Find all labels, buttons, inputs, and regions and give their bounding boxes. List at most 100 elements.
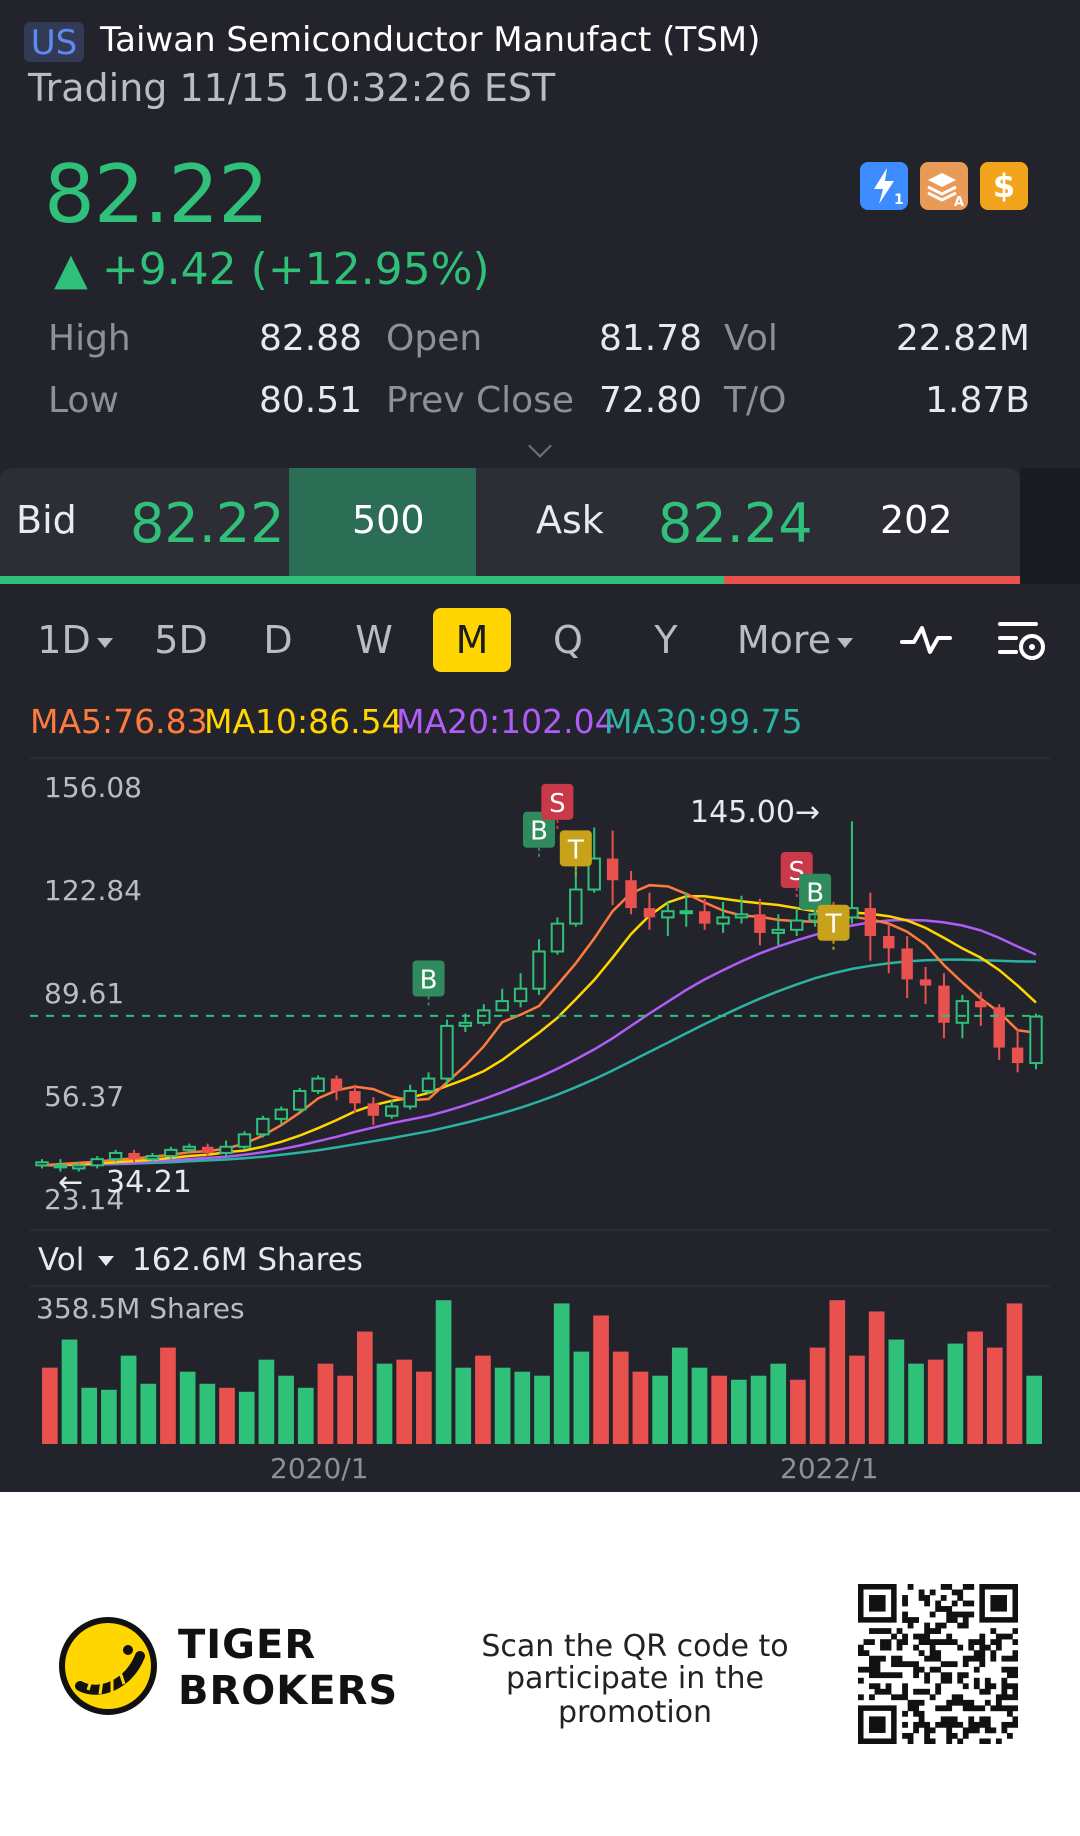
trade-marker-label: B <box>420 965 438 995</box>
tab-m[interactable]: M <box>433 608 511 672</box>
candlestick-chart[interactable]: 156.08122.8489.6156.3723.14 BBSTSBT 145.… <box>0 750 1080 1492</box>
qr-module <box>880 1655 886 1662</box>
qr-module <box>951 1694 958 1701</box>
qr-code[interactable] <box>858 1584 1019 1745</box>
candle-body <box>883 936 895 949</box>
candle-body <box>256 1117 270 1136</box>
qr-module <box>951 1661 958 1668</box>
qr-module <box>918 1650 925 1657</box>
candle-body <box>440 1024 454 1080</box>
volume-bar <box>711 1375 728 1444</box>
volume-bar <box>258 1359 275 1444</box>
order-book-bar[interactable]: Bid 82.22 500 Ask 82.24 202 <box>0 468 1020 584</box>
tab-w[interactable]: W <box>344 608 404 672</box>
qr-module <box>962 1617 969 1623</box>
qr-module <box>935 1655 942 1662</box>
qr-module <box>929 1644 936 1651</box>
qr-module <box>973 1705 980 1712</box>
qr-module <box>869 1628 875 1634</box>
candle-body <box>532 950 546 990</box>
qr-module <box>968 1639 975 1645</box>
qr-module <box>913 1672 919 1679</box>
candle-body <box>182 1145 196 1151</box>
tab-more[interactable]: More <box>730 608 860 672</box>
qr-module <box>918 1699 925 1706</box>
volume-bar <box>455 1367 472 1444</box>
qr-module <box>995 1694 1002 1701</box>
qr-module <box>869 1639 875 1645</box>
expand-chevron-icon[interactable] <box>528 434 552 458</box>
qr-module <box>907 1584 914 1590</box>
volume-bar <box>868 1311 885 1444</box>
tab-y[interactable]: Y <box>636 608 696 672</box>
qr-module <box>869 1672 875 1679</box>
indicator-wave-icon[interactable] <box>898 618 954 662</box>
candle-body <box>643 908 656 918</box>
volume-bar <box>612 1351 629 1444</box>
qr-module <box>874 1628 881 1634</box>
qr-module <box>885 1628 892 1634</box>
qr-module <box>1001 1721 1008 1728</box>
qr-module <box>896 1644 903 1651</box>
tab-1d[interactable]: 1D <box>30 608 120 672</box>
qr-module <box>929 1694 936 1701</box>
qr-module <box>951 1639 958 1645</box>
qr-module <box>1001 1655 1008 1662</box>
qr-module <box>946 1606 953 1612</box>
qr-module <box>874 1666 881 1673</box>
qr-module <box>858 1694 864 1701</box>
chart-settings-icon[interactable] <box>996 616 1050 666</box>
candle-body <box>625 880 637 909</box>
qr-module <box>990 1628 997 1634</box>
qr-module <box>924 1639 931 1645</box>
promo-line1: Scan the QR code to <box>481 1629 789 1664</box>
volume-bar <box>494 1367 511 1444</box>
qr-module <box>1012 1694 1019 1701</box>
volume-bar <box>337 1375 353 1444</box>
qr-module <box>907 1617 914 1623</box>
qr-module <box>1001 1683 1008 1690</box>
y-tick-label: 156.08 <box>44 771 142 804</box>
candle-body <box>789 919 804 931</box>
ask-label: Ask <box>536 498 604 542</box>
tab-5d[interactable]: 5D <box>146 608 216 672</box>
volume-max-label: 358.5M Shares <box>36 1292 245 1325</box>
qr-module <box>979 1655 986 1662</box>
volume-bar <box>297 1387 314 1444</box>
chevron-down-icon <box>96 637 113 648</box>
qr-module <box>1006 1694 1013 1701</box>
dollar-icon[interactable]: $ <box>980 162 1028 210</box>
qr-module <box>902 1611 908 1618</box>
lightning-icon[interactable]: 1 <box>860 162 908 210</box>
candle-body <box>237 1133 252 1148</box>
stock-name[interactable]: Taiwan Semiconductor Manufact (TSM) <box>100 20 760 60</box>
tab-d[interactable]: D <box>248 608 308 672</box>
qr-module <box>962 1600 969 1607</box>
layers-icon[interactable]: A <box>920 162 968 210</box>
qr-module <box>918 1633 925 1640</box>
qr-module <box>869 1661 875 1668</box>
turnover-label: T/O <box>724 380 787 421</box>
qr-module <box>1012 1639 1019 1645</box>
qr-module <box>946 1738 953 1745</box>
qr-module <box>1001 1694 1008 1701</box>
trading-status: Trading 11/15 10:32:26 EST <box>28 66 556 110</box>
x-label-2020: 2020/1 <box>270 1452 369 1485</box>
y-tick-label: 89.61 <box>44 977 124 1010</box>
qr-module <box>957 1738 964 1745</box>
qr-module <box>940 1622 947 1629</box>
qr-module <box>940 1606 947 1612</box>
ma30-label: MA30:99.75 <box>604 702 803 741</box>
qr-module <box>995 1738 1002 1745</box>
tab-q[interactable]: Q <box>538 608 598 672</box>
qr-module <box>896 1639 903 1645</box>
qr-module <box>957 1699 964 1706</box>
qr-module <box>913 1617 919 1623</box>
qr-module <box>935 1639 942 1645</box>
volume-bar <box>219 1387 235 1444</box>
qr-module <box>1006 1666 1013 1673</box>
qr-module <box>929 1727 936 1734</box>
candle-body <box>421 1077 436 1092</box>
qr-module <box>979 1633 986 1640</box>
candle-body <box>367 1103 380 1116</box>
